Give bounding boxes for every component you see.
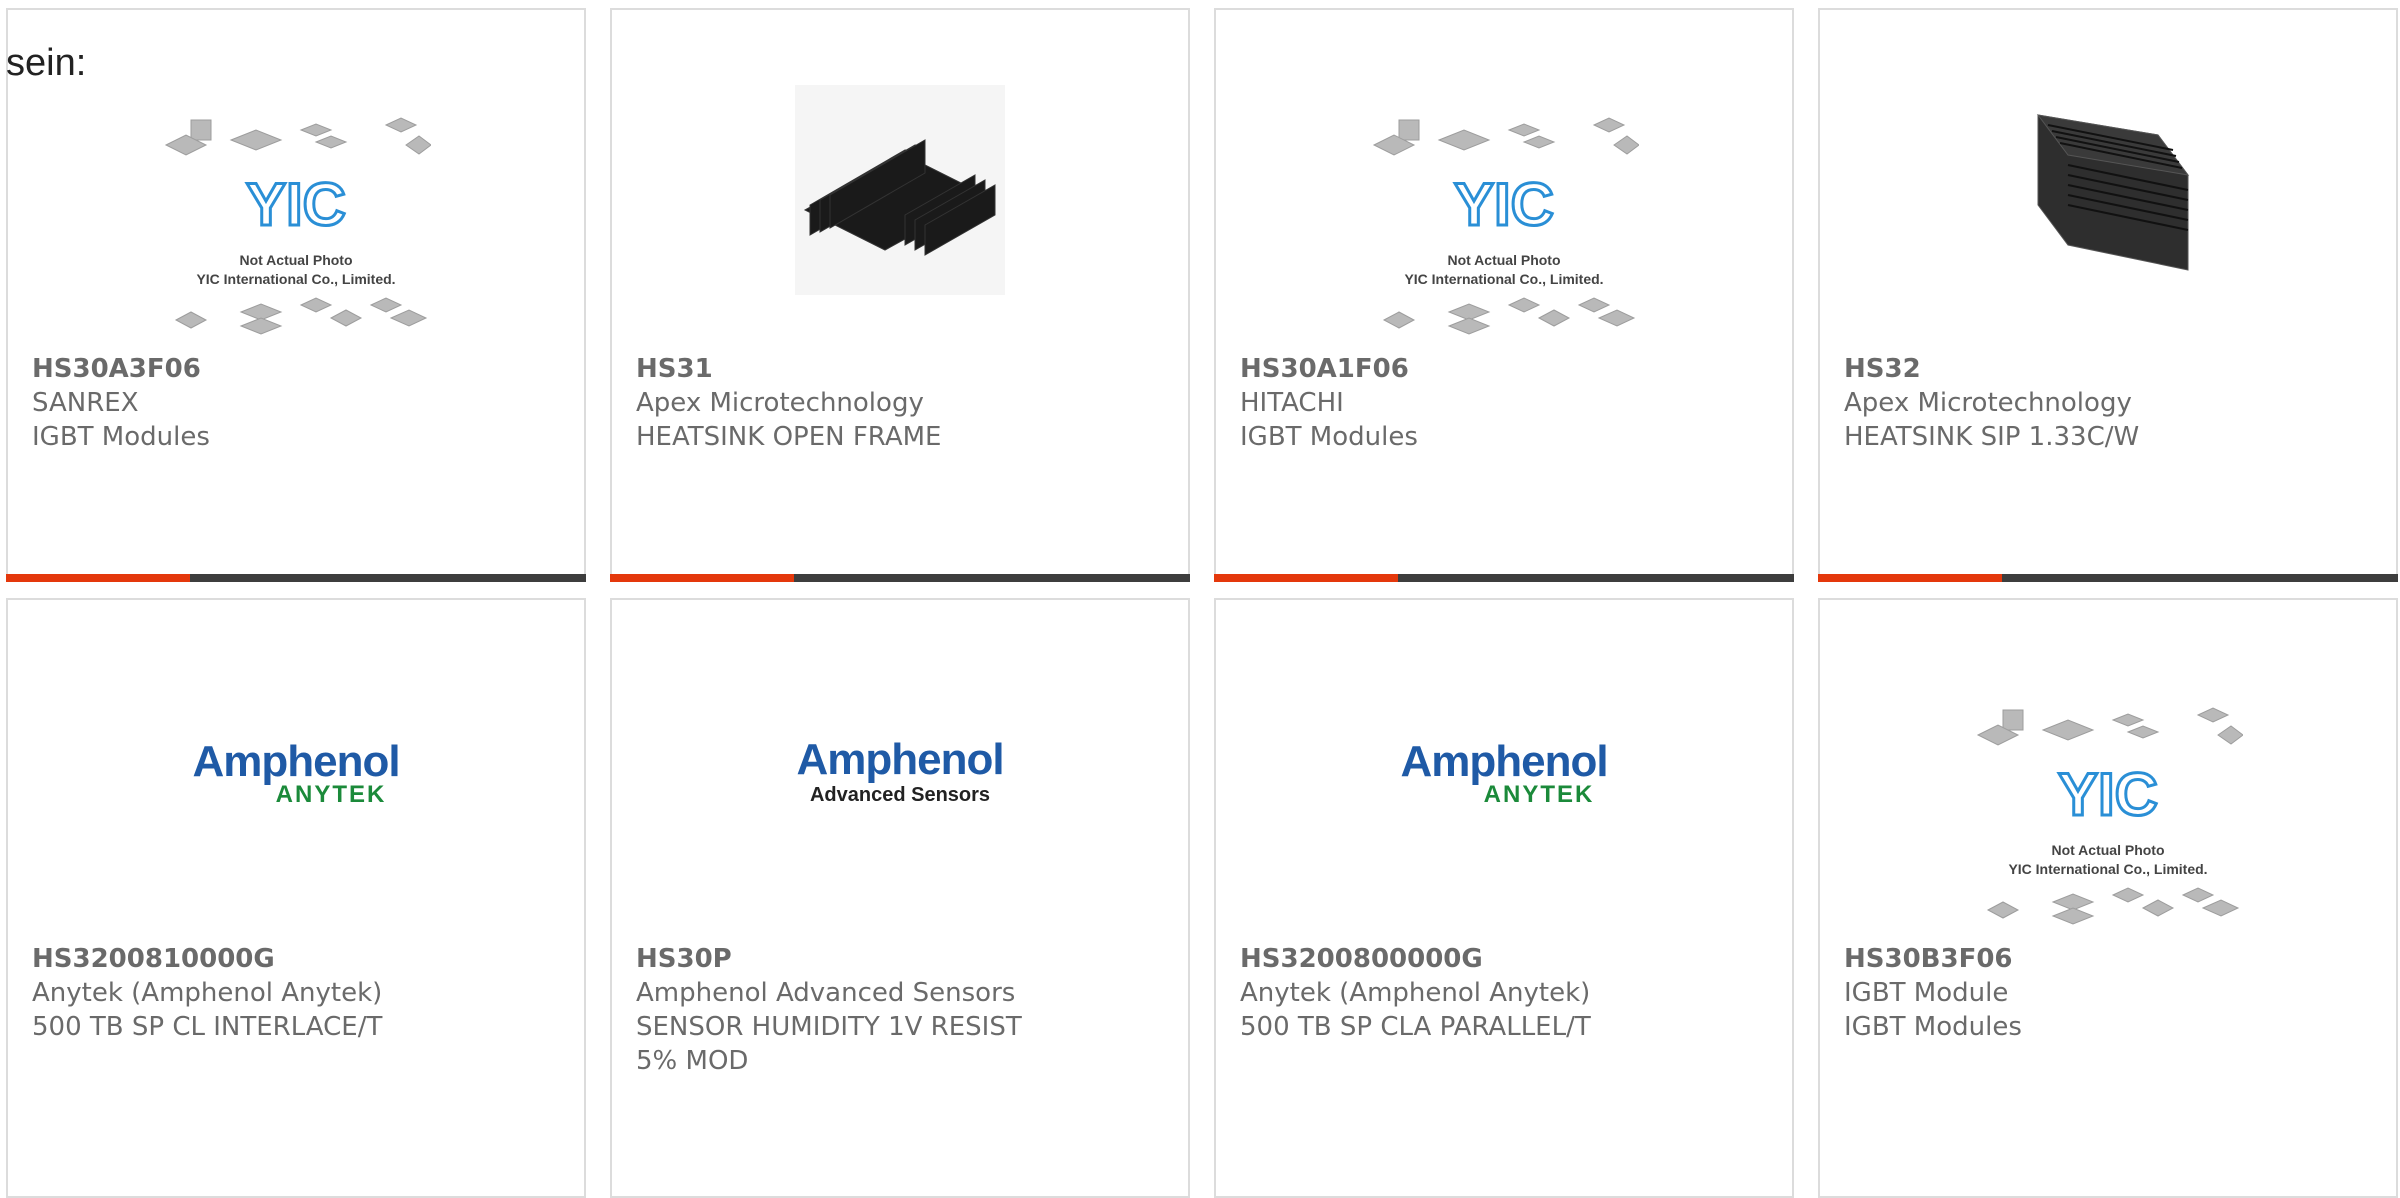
card-bar [1818,574,2398,582]
manufacturer: IGBT Module [1844,978,2009,1008]
manufacturer: Anytek (Amphenol Anytek) [32,978,383,1008]
manufacturer: Anytek (Amphenol Anytek) [1240,978,1591,1008]
placeholder-chips-image: YIC Not Actual Photo YIC International C… [164,117,431,335]
heatsink-open-frame-image [795,85,1005,295]
card-bar [1214,574,1794,582]
placeholder-chips-image: YIC Not Actual Photo YIC International C… [1372,117,1639,335]
product-card[interactable]: Amphenol ANYTEK HS3200810000G Anytek (Am… [6,598,586,1198]
placeholder-chips-image: YIC Not Actual Photo YIC International C… [1976,707,2243,925]
product-card[interactable]: YIC Not Actual Photo YIC International C… [1818,598,2398,1198]
placeholder-caption-2: YIC International Co., Limited. [196,271,395,287]
product-card[interactable]: HS32 Apex Microtechnology HEATSINK SIP 1… [1818,8,2398,582]
yic-logo: YIC [246,171,346,238]
yic-logo: YIC [2058,761,2158,828]
description: IGBT Modules [32,422,210,452]
product-info: HS3200800000G Anytek (Amphenol Anytek) 5… [1240,942,1591,1044]
placeholder-caption-1: Not Actual Photo [1447,252,1560,268]
product-info: HS3200810000G Anytek (Amphenol Anytek) 5… [32,942,382,1044]
part-number: HS30P [636,944,732,974]
part-number: HS3200800000G [1240,944,1483,974]
description: IGBT Modules [1240,422,1418,452]
product-info: HS32 Apex Microtechnology HEATSINK SIP 1… [1844,352,2139,454]
product-info: HS30P Amphenol Advanced Sensors SENSOR H… [636,942,1022,1078]
description: 500 TB SP CLA PARALLEL/T [1240,1012,1591,1042]
placeholder-caption-2: YIC International Co., Limited. [1404,271,1603,287]
amphenol-anytek-logo: Amphenol ANYTEK [192,737,400,808]
part-number: HS30A1F06 [1240,354,1409,384]
product-info: HS30B3F06 IGBT Module IGBT Modules [1844,942,2022,1044]
part-number: HS3200810000G [32,944,275,974]
manufacturer: SANREX [32,388,139,418]
manufacturer: HITACHI [1240,388,1344,418]
description: IGBT Modules [1844,1012,2022,1042]
manufacturer: Amphenol Advanced Sensors [636,978,1016,1008]
description: 500 TB SP CL INTERLACE/T [32,1012,383,1042]
description: SENSOR HUMIDITY 1V RESIST 5% MOD [636,1012,1022,1076]
manufacturer: Apex Microtechnology [636,388,924,418]
description: HEATSINK OPEN FRAME [636,422,942,452]
part-number: HS32 [1844,354,1921,384]
product-card[interactable]: YIC Not Actual Photo YIC International C… [6,8,586,582]
card-bar [610,574,1190,582]
product-card[interactable]: YIC Not Actual Photo YIC International C… [1214,8,1794,582]
part-number: HS30A3F06 [32,354,201,384]
description: HEATSINK SIP 1.33C/W [1844,422,2140,452]
product-card[interactable]: Amphenol Advanced Sensors HS30P Amphenol… [610,598,1190,1198]
product-info: HS31 Apex Microtechnology HEATSINK OPEN … [636,352,941,454]
placeholder-caption-2: YIC International Co., Limited. [2008,861,2207,877]
intro-text: sein: [6,42,87,84]
product-card[interactable]: HS31 Apex Microtechnology HEATSINK OPEN … [610,8,1190,582]
product-info: HS30A3F06 SANREX IGBT Modules [32,352,210,454]
yic-logo: YIC [1454,171,1554,238]
part-number: HS30B3F06 [1844,944,2013,974]
product-card[interactable]: Amphenol ANYTEK HS3200800000G Anytek (Am… [1214,598,1794,1198]
amphenol-advanced-sensors-logo: Amphenol Advanced Sensors [796,735,1004,807]
heatsink-sip-image [2036,114,2190,271]
part-number: HS31 [636,354,713,384]
placeholder-caption-1: Not Actual Photo [2051,842,2164,858]
card-bar [6,574,586,582]
amphenol-anytek-logo: Amphenol ANYTEK [1400,737,1608,808]
manufacturer: Apex Microtechnology [1844,388,2132,418]
product-info: HS30A1F06 HITACHI IGBT Modules [1240,352,1418,454]
placeholder-caption-1: Not Actual Photo [239,252,352,268]
